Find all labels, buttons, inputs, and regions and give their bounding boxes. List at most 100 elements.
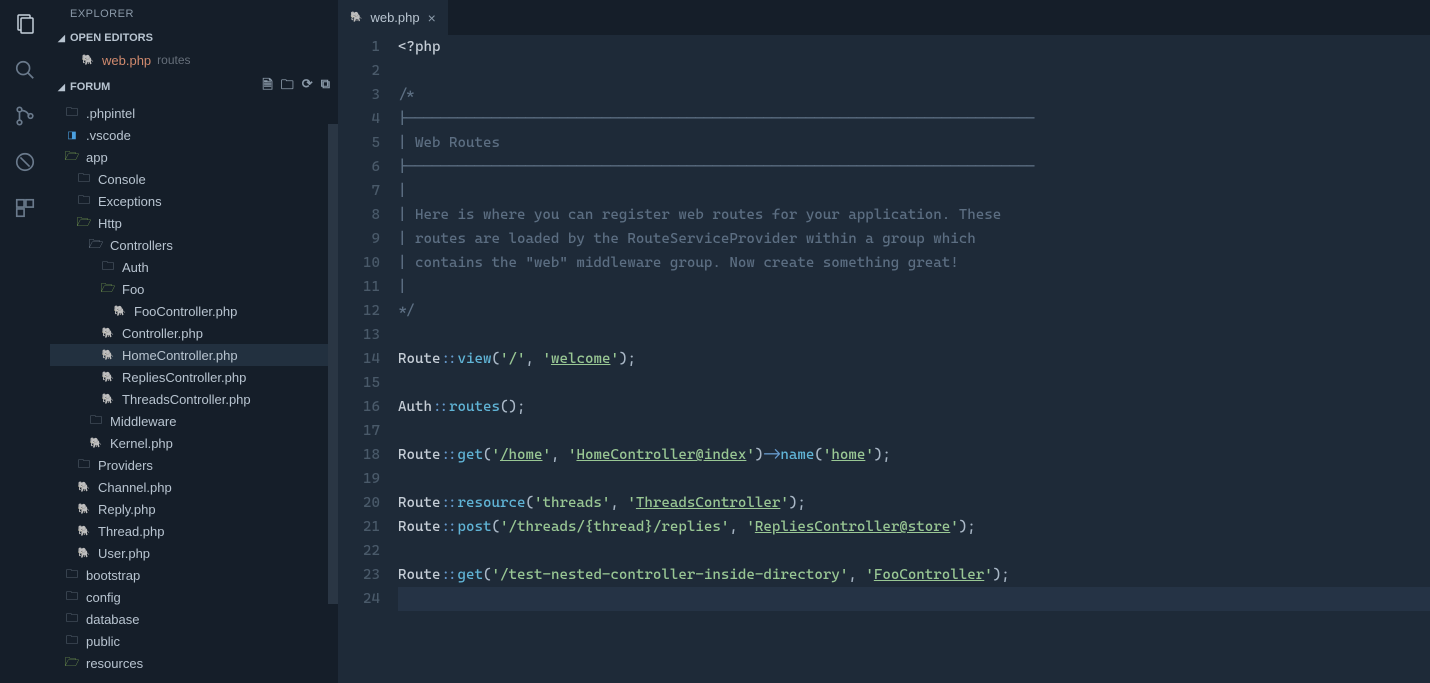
folder-open-icon: 🗁 [88,237,104,253]
sidebar-title: EXPLORER [50,0,338,28]
tree-folder[interactable]: 🗀Providers [50,454,338,476]
project-header[interactable]: ◢ FORUM 🗎 🗀 ⟳ ⧉ [50,72,338,102]
new-folder-icon[interactable]: 🗀 [281,76,294,98]
tree-file[interactable]: 🐘FooController.php [50,300,338,322]
tree-folder[interactable]: 🗀Middleware [50,410,338,432]
tree-item-label: RepliesController.php [122,370,246,385]
tree-file[interactable]: 🐘RepliesController.php [50,366,338,388]
file-tree: 🗀.phpintel◨.vscode🗁app🗀Console🗀Exception… [50,102,338,683]
code-line[interactable]: */ [398,299,1430,323]
code-line[interactable]: Route::post('/threads/{thread}/replies',… [398,515,1430,539]
code-line[interactable]: | [398,275,1430,299]
tree-file[interactable]: ◨.vscode [50,124,338,146]
code-line[interactable]: /* [398,83,1430,107]
php-icon: 🐘 [76,523,92,539]
tree-file[interactable]: 🐘HomeController.php [50,344,338,366]
tree-folder[interactable]: 🗁Foo [50,278,338,300]
tab-web-php[interactable]: 🐘 web.php × [338,0,448,35]
tree-folder[interactable]: 🗁 Controllers [50,234,338,256]
tree-file[interactable]: 🐘 Controller.php [50,322,338,344]
code-line[interactable]: Auth::routes(); [398,395,1430,419]
tree-folder[interactable]: 🗀public [50,630,338,652]
tree-folder[interactable]: 🗀 bootstrap [50,564,338,586]
tree-item-label: Controllers [110,238,173,253]
code-line[interactable] [398,371,1430,395]
folder-icon: 🗀 [64,611,80,627]
folder-icon: 🗀 [76,193,92,209]
source-control-icon[interactable] [13,104,37,128]
collapse-icon[interactable]: ⧉ [321,76,330,98]
code-line[interactable]: | Web Routes [398,131,1430,155]
code-line[interactable] [398,59,1430,83]
tree-item-label: ThreadsController.php [122,392,251,407]
tree-item-label: Auth [122,260,149,275]
tree-folder[interactable]: 🗁resources [50,652,338,674]
tree-file[interactable]: 🐘User.php [50,542,338,564]
tree-file[interactable]: 🐘Channel.php [50,476,338,498]
open-editors-header[interactable]: ◢ OPEN EDITORS [50,28,338,48]
tree-item-label: bootstrap [86,568,140,583]
tree-folder[interactable]: 🗀.phpintel [50,102,338,124]
tree-file[interactable]: 🐘ThreadsController.php [50,388,338,410]
refresh-icon[interactable]: ⟳ [302,76,313,98]
tab-label: web.php [370,10,419,25]
code-line[interactable]: |---------------------------------------… [398,107,1430,131]
debug-icon[interactable] [13,150,37,174]
tree-folder[interactable]: 🗁app [50,146,338,168]
open-editor-name: web.php [102,53,151,68]
folder-icon: 🗀 [64,633,80,649]
code-line[interactable]: <?php [398,35,1430,59]
php-icon: 🐘 [76,545,92,561]
search-icon[interactable] [13,58,37,82]
php-icon: 🐘 [76,479,92,495]
tree-item-label: Http [98,216,122,231]
code-line[interactable] [398,323,1430,347]
code-line[interactable] [398,419,1430,443]
code-line[interactable]: | routes are loaded by the RouteServiceP… [398,227,1430,251]
activity-bar [0,0,50,683]
code-line[interactable]: | Here is where you can register web rou… [398,203,1430,227]
tree-file[interactable]: 🐘Kernel.php [50,432,338,454]
folder-icon: 🗀 [100,259,116,275]
tree-item-label: HomeController.php [122,348,238,363]
explorer-icon[interactable] [13,12,37,36]
code-line[interactable]: Route::get('/test-nested-controller-insi… [398,563,1430,587]
chevron-down-icon: ◢ [58,82,70,93]
code-line[interactable]: Route::resource('threads', 'ThreadsContr… [398,491,1430,515]
code-content[interactable]: <?php /*|-------------------------------… [398,35,1430,683]
tree-folder[interactable]: 🗀database [50,608,338,630]
php-icon: 🐘 [100,325,116,341]
code-line[interactable] [398,539,1430,563]
code-line[interactable] [398,467,1430,491]
vscode-icon: ◨ [64,127,80,143]
tree-file[interactable]: 🐘Reply.php [50,498,338,520]
close-icon[interactable]: × [428,10,436,26]
code-line[interactable]: | contains the "web" middleware group. N… [398,251,1430,275]
code-line[interactable]: |---------------------------------------… [398,155,1430,179]
folder-icon: 🗀 [64,567,80,583]
code-line[interactable]: | [398,179,1430,203]
open-editors-label: OPEN EDITORS [70,32,153,44]
code-line[interactable]: Route::get('/home', 'HomeController@inde… [398,443,1430,467]
open-editor-item[interactable]: 🐘 web.php routes [50,48,338,72]
tree-item-label: Reply.php [98,502,156,517]
folder-icon: 🗀 [64,105,80,121]
tree-folder[interactable]: 🗀Exceptions [50,190,338,212]
code-line[interactable] [398,587,1430,611]
tree-item-label: Controller.php [122,326,203,341]
tree-item-label: Console [98,172,146,187]
scrollbar-thumb[interactable] [328,124,338,604]
tree-item-label: Providers [98,458,153,473]
php-icon: 🐘 [80,52,96,68]
code-editor[interactable]: 123456789101112131415161718192021222324 … [338,35,1430,683]
tree-file[interactable]: 🐘Thread.php [50,520,338,542]
php-icon: 🐘 [112,303,128,319]
tree-folder[interactable]: 🗀Console [50,168,338,190]
tree-folder[interactable]: 🗁Http [50,212,338,234]
tree-item-label: Foo [122,282,144,297]
new-file-icon[interactable]: 🗎 [262,76,272,98]
code-line[interactable]: Route::view('/', 'welcome'); [398,347,1430,371]
tree-folder[interactable]: 🗀 Auth [50,256,338,278]
extensions-icon[interactable] [13,196,37,220]
tree-folder[interactable]: 🗀config [50,586,338,608]
